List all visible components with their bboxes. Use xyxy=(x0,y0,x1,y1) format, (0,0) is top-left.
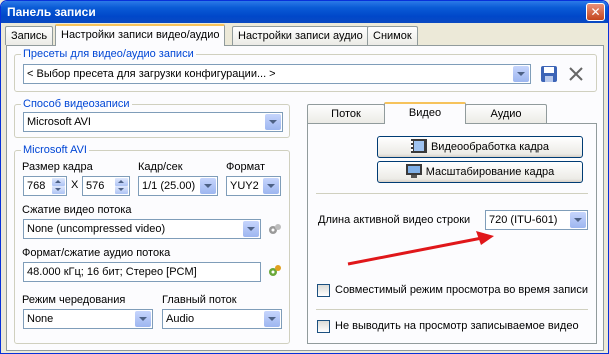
presets-title: Пресеты для видео/аудио записи xyxy=(21,48,196,60)
video-codec-settings-icon[interactable] xyxy=(267,221,283,237)
chevron-down-icon[interactable] xyxy=(570,212,586,228)
tab-stream[interactable]: Поток xyxy=(307,104,385,123)
no-preview-label: Не выводить на просмотр записываемое вид… xyxy=(335,320,579,332)
window-title: Панель записи xyxy=(7,5,96,19)
format-value: YUY2 xyxy=(230,180,259,192)
avi-title: Microsoft AVI xyxy=(21,144,89,156)
chevron-down-icon[interactable] xyxy=(243,221,259,237)
times-sign: X xyxy=(71,179,79,191)
audio-format-label: Формат/сжатие аудио потока xyxy=(22,247,171,259)
chevron-down-icon[interactable] xyxy=(265,114,281,130)
delete-icon[interactable] xyxy=(567,65,585,83)
frame-width-value: 768 xyxy=(27,180,46,192)
tab-panel: Пресеты для видео/аудио записи < Выбор п… xyxy=(6,45,604,351)
chevron-down-icon[interactable] xyxy=(135,311,151,327)
master-stream-select[interactable]: Audio xyxy=(162,309,282,329)
chevron-down-icon[interactable] xyxy=(200,178,216,194)
red-arrow-annotation xyxy=(347,231,494,266)
close-icon: ✕ xyxy=(590,5,601,19)
save-icon[interactable] xyxy=(540,65,558,83)
video-compress-value: None (uncompressed video) xyxy=(27,223,166,235)
monitor-icon xyxy=(405,164,422,178)
tab-audio-settings[interactable]: Настройки записи аудио xyxy=(232,26,369,45)
record-panel-window: Панель записи ✕ Запись Настройки записи … xyxy=(0,0,609,354)
compat-preview-label: Совместимый режим просмотра во время зап… xyxy=(335,284,588,296)
preset-select[interactable]: < Выбор пресета для загрузки конфигураци… xyxy=(23,64,531,84)
title-bar: Панель записи ✕ xyxy=(1,1,608,23)
tab-stream-label: Поток xyxy=(331,108,361,120)
format-label: Формат xyxy=(226,161,266,173)
active-line-label: Длина активной видео строки xyxy=(318,214,471,226)
audio-codec-settings-icon[interactable] xyxy=(267,263,283,279)
master-stream-label: Главный поток xyxy=(162,294,237,306)
interleave-label: Режим чередования xyxy=(22,294,126,306)
compat-preview-checkbox[interactable] xyxy=(317,284,330,297)
video-compress-select[interactable]: None (uncompressed video) xyxy=(23,219,261,239)
film-icon xyxy=(410,139,427,153)
frame-processing-label: Видеообработка кадра xyxy=(430,141,550,153)
master-stream-value: Audio xyxy=(166,313,195,325)
capture-method-select[interactable]: Microsoft AVI xyxy=(23,112,283,132)
video-compress-label: Сжатие видео потока xyxy=(22,204,132,216)
tab-audio[interactable]: Аудио xyxy=(465,104,547,123)
no-preview-checkbox[interactable] xyxy=(317,320,330,333)
fps-select[interactable]: 1/1 (25.00) xyxy=(138,176,218,196)
chevron-down-icon[interactable] xyxy=(513,66,529,82)
spin-down-icon[interactable] xyxy=(52,186,65,194)
tab-snapshot-label: Снимок xyxy=(373,30,412,42)
frame-height-value: 576 xyxy=(86,180,105,192)
spin-down-icon[interactable] xyxy=(115,186,128,194)
tab-snapshot[interactable]: Снимок xyxy=(367,26,418,45)
tab-video-audio-settings-label: Настройки записи видео/аудио xyxy=(61,29,220,41)
capture-method-title: Способ видеозаписи xyxy=(21,98,132,110)
audio-format-field[interactable]: 48.000 кГц; 16 бит; Стерео [PCM] xyxy=(23,262,261,282)
preset-select-value: < Выбор пресета для загрузки конфигураци… xyxy=(27,68,276,80)
chevron-down-icon[interactable] xyxy=(263,178,279,194)
format-select[interactable]: YUY2 xyxy=(226,176,281,196)
fps-value: 1/1 (25.00) xyxy=(142,180,196,192)
tab-video-label: Видео xyxy=(408,107,442,119)
frame-scaling-label: Масштабирование кадра xyxy=(425,166,555,178)
active-line-value: 720 (ITU-601) xyxy=(489,214,558,226)
tab-audio-settings-label: Настройки записи аудио xyxy=(238,30,363,42)
capture-method-value: Microsoft AVI xyxy=(27,116,91,128)
separator xyxy=(316,309,588,310)
tab-record-label: Запись xyxy=(11,30,48,42)
chevron-down-icon[interactable] xyxy=(264,311,280,327)
capture-method-group: Способ видеозаписи Microsoft AVI xyxy=(14,98,290,138)
spin-up-icon[interactable] xyxy=(52,178,65,186)
interleave-select[interactable]: None xyxy=(23,309,153,329)
presets-group: Пресеты для видео/аудио записи < Выбор п… xyxy=(14,48,597,92)
frame-scaling-button[interactable]: Масштабирование кадра xyxy=(377,161,583,183)
tab-record[interactable]: Запись xyxy=(5,26,54,45)
frame-height-input[interactable]: 576 xyxy=(82,176,130,196)
tab-video-audio-settings[interactable]: Настройки записи видео/аудио xyxy=(55,24,226,46)
frame-size-label: Размер кадра xyxy=(22,161,93,173)
separator xyxy=(316,193,588,194)
frame-processing-button[interactable]: Видеообработка кадра xyxy=(377,136,583,158)
audio-format-value: 48.000 кГц; 16 бит; Стерео [PCM] xyxy=(27,266,197,278)
tab-audio-label: Аудио xyxy=(490,108,522,120)
spin-up-icon[interactable] xyxy=(115,178,128,186)
avi-settings-group: Microsoft AVI Размер кадра 768 X 576 Кад… xyxy=(14,144,290,344)
fps-label: Кадр/сек xyxy=(138,161,183,173)
frame-width-input[interactable]: 768 xyxy=(23,176,67,196)
interleave-value: None xyxy=(27,313,54,325)
close-button[interactable]: ✕ xyxy=(586,3,605,21)
tab-video[interactable]: Видео xyxy=(384,102,466,124)
